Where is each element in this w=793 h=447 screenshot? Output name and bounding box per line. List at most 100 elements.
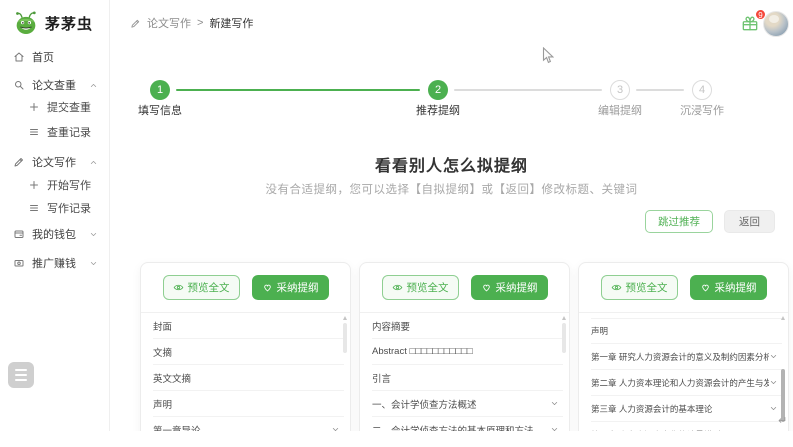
adopt-outline-button[interactable]: 采纳提纲 (252, 275, 329, 300)
scrollbar-up-arrow[interactable] (343, 316, 347, 320)
sidebar-item-sub-6[interactable]: 写作记录 (0, 196, 110, 220)
caret-up-icon (89, 158, 98, 167)
app-window: 茅茅虫 首页论文查重提交查重查重记录论文写作开始写作写作记录我的钱包推广赚钱 论… (0, 0, 793, 447)
home-icon (13, 51, 25, 63)
outline-item[interactable]: 第四章 人力资源资本化的计量模型 (591, 422, 782, 431)
sidebar-item-7[interactable]: 我的钱包 (0, 222, 110, 246)
eye-icon (611, 282, 622, 293)
outline-card-3: 预览全文采纳提纲声明第一章 研究人力资源会计的意义及制约因素分析第二章 人力资本… (578, 262, 789, 431)
card-actions: 预览全文采纳提纲 (360, 263, 569, 313)
search-icon (13, 79, 25, 91)
sidebar-item-label: 论文查重 (32, 77, 76, 93)
outline-card-1: 预览全文采纳提纲封面文摘英文文摘声明第一章导论 (140, 262, 351, 431)
outline-item[interactable]: 英文文摘 (153, 365, 344, 391)
outline-item[interactable]: 第二章 人力资本理论和人力资源会计的产生与发展 (591, 370, 782, 396)
brand-name: 茅茅虫 (45, 13, 93, 34)
heart-icon (481, 282, 492, 293)
outline-item[interactable]: 二、会计学侦查方法的基本原理和方法 (372, 417, 563, 431)
skip-recommend-button[interactable]: 跳过推荐 (645, 210, 713, 233)
preview-fulltext-button[interactable]: 预览全文 (382, 275, 459, 300)
step-dot-2: 2 (428, 80, 448, 100)
outline-item[interactable]: 第三章 人力资源会计的基本理论 (591, 396, 782, 422)
floating-menu-button[interactable] (8, 362, 34, 388)
preview-fulltext-button[interactable]: 预览全文 (601, 275, 678, 300)
sidebar-item-label: 查重记录 (47, 124, 91, 140)
sidebar-item-1[interactable]: 论文查重 (0, 73, 110, 97)
scrollbar-up-arrow[interactable] (562, 316, 566, 320)
caret-down-icon (769, 352, 778, 361)
caret-down-icon (769, 378, 778, 387)
mouse-cursor (542, 47, 554, 64)
caterpillar-logo-icon (13, 10, 39, 36)
outline-item[interactable]: 封面 (153, 313, 344, 339)
step-connector-2 (454, 89, 602, 91)
scrollbar-thumb[interactable] (343, 323, 347, 353)
outline-card-2: 预览全文采纳提纲内容摘要Abstract □□□□□□□□□□□引言一、会计学侦… (359, 262, 570, 431)
breadcrumb-current: 新建写作 (209, 15, 253, 31)
card-actions: 预览全文采纳提纲 (579, 263, 788, 313)
sidebar-item-label: 开始写作 (47, 177, 91, 193)
eye-icon (173, 282, 184, 293)
promo-icon (13, 257, 25, 269)
sidebar-item-label: 论文写作 (32, 154, 76, 170)
breadcrumb-section[interactable]: 论文写作 (147, 15, 191, 31)
page-subtitle: 没有合适提纲，您可以选择【自拟提纲】或【返回】修改标题、关键词 (110, 181, 793, 197)
action-bar: 跳过推荐 返回 (645, 210, 775, 233)
outline-list: 声明第一章 研究人力资源会计的意义及制约因素分析第二章 人力资本理论和人力资源会… (579, 318, 788, 431)
brand-logo[interactable]: 茅茅虫 (13, 10, 93, 36)
caret-down-icon (89, 259, 98, 268)
caret-down-icon (331, 425, 340, 431)
outline-list: 内容摘要Abstract □□□□□□□□□□□引言一、会计学侦查方法概述二、会… (360, 313, 569, 431)
step-label-2: 推荐提纲 (378, 102, 498, 118)
step-connector-1 (176, 89, 420, 91)
gift-button[interactable]: 9 (740, 13, 760, 33)
sidebar-item-sub-5[interactable]: 开始写作 (0, 173, 110, 197)
plus-icon (28, 101, 40, 113)
caret-down-icon (550, 399, 559, 408)
scrollbar-thumb[interactable] (562, 323, 566, 353)
outline-item[interactable]: 第一章导论 (153, 417, 344, 431)
outline-item[interactable]: 文摘 (153, 339, 344, 365)
card-actions: 预览全文采纳提纲 (141, 263, 350, 313)
outline-cards: 预览全文采纳提纲封面文摘英文文摘声明第一章导论预览全文采纳提纲内容摘要Abstr… (140, 262, 789, 431)
outline-item[interactable]: Abstract □□□□□□□□□□□ (372, 339, 563, 365)
heart-icon (262, 282, 273, 293)
list-icon (28, 126, 40, 138)
sidebar-item-label: 写作记录 (47, 200, 91, 216)
step-dot-4: 4 (692, 80, 712, 100)
sidebar-item-sub-3[interactable]: 查重记录 (0, 120, 110, 144)
outline-item[interactable]: 第一章 研究人力资源会计的意义及制约因素分析 (591, 344, 782, 370)
breadcrumb-separator: > (197, 17, 203, 29)
preview-fulltext-button[interactable]: 预览全文 (163, 275, 240, 300)
scrollbar-up-arrow[interactable] (781, 316, 785, 320)
caret-down-icon (769, 430, 778, 431)
pencil-icon (13, 156, 25, 168)
wallet-icon (13, 228, 25, 240)
sidebar-item-sub-2[interactable]: 提交查重 (0, 95, 110, 119)
step-dot-3: 3 (610, 80, 630, 100)
caret-up-icon (89, 81, 98, 90)
avatar[interactable] (763, 11, 789, 37)
plus-icon (28, 179, 40, 191)
breadcrumb: 论文写作 > 新建写作 (130, 15, 253, 31)
sidebar-item-0[interactable]: 首页 (0, 45, 110, 69)
outline-item[interactable]: 一、会计学侦查方法概述 (372, 391, 563, 417)
outline-item[interactable]: 内容摘要 (372, 313, 563, 339)
caret-down-icon (89, 230, 98, 239)
caret-down-icon (550, 425, 559, 431)
step-label-1: 填写信息 (100, 102, 220, 118)
sidebar-item-8[interactable]: 推广赚钱 (0, 251, 110, 275)
adopt-outline-button[interactable]: 采纳提纲 (471, 275, 548, 300)
sidebar-item-label: 首页 (32, 49, 54, 65)
sidebar-item-label: 推广赚钱 (32, 255, 76, 271)
eye-icon (392, 282, 403, 293)
return-mark-artifact: ↵ (778, 414, 787, 427)
outline-item[interactable]: 声明 (591, 318, 782, 344)
back-button[interactable]: 返回 (724, 210, 775, 233)
heart-icon (700, 282, 711, 293)
sidebar-item-4[interactable]: 论文写作 (0, 150, 110, 174)
adopt-outline-button[interactable]: 采纳提纲 (690, 275, 767, 300)
outline-item[interactable]: 引言 (372, 365, 563, 391)
outline-item[interactable]: 声明 (153, 391, 344, 417)
list-icon (28, 202, 40, 214)
